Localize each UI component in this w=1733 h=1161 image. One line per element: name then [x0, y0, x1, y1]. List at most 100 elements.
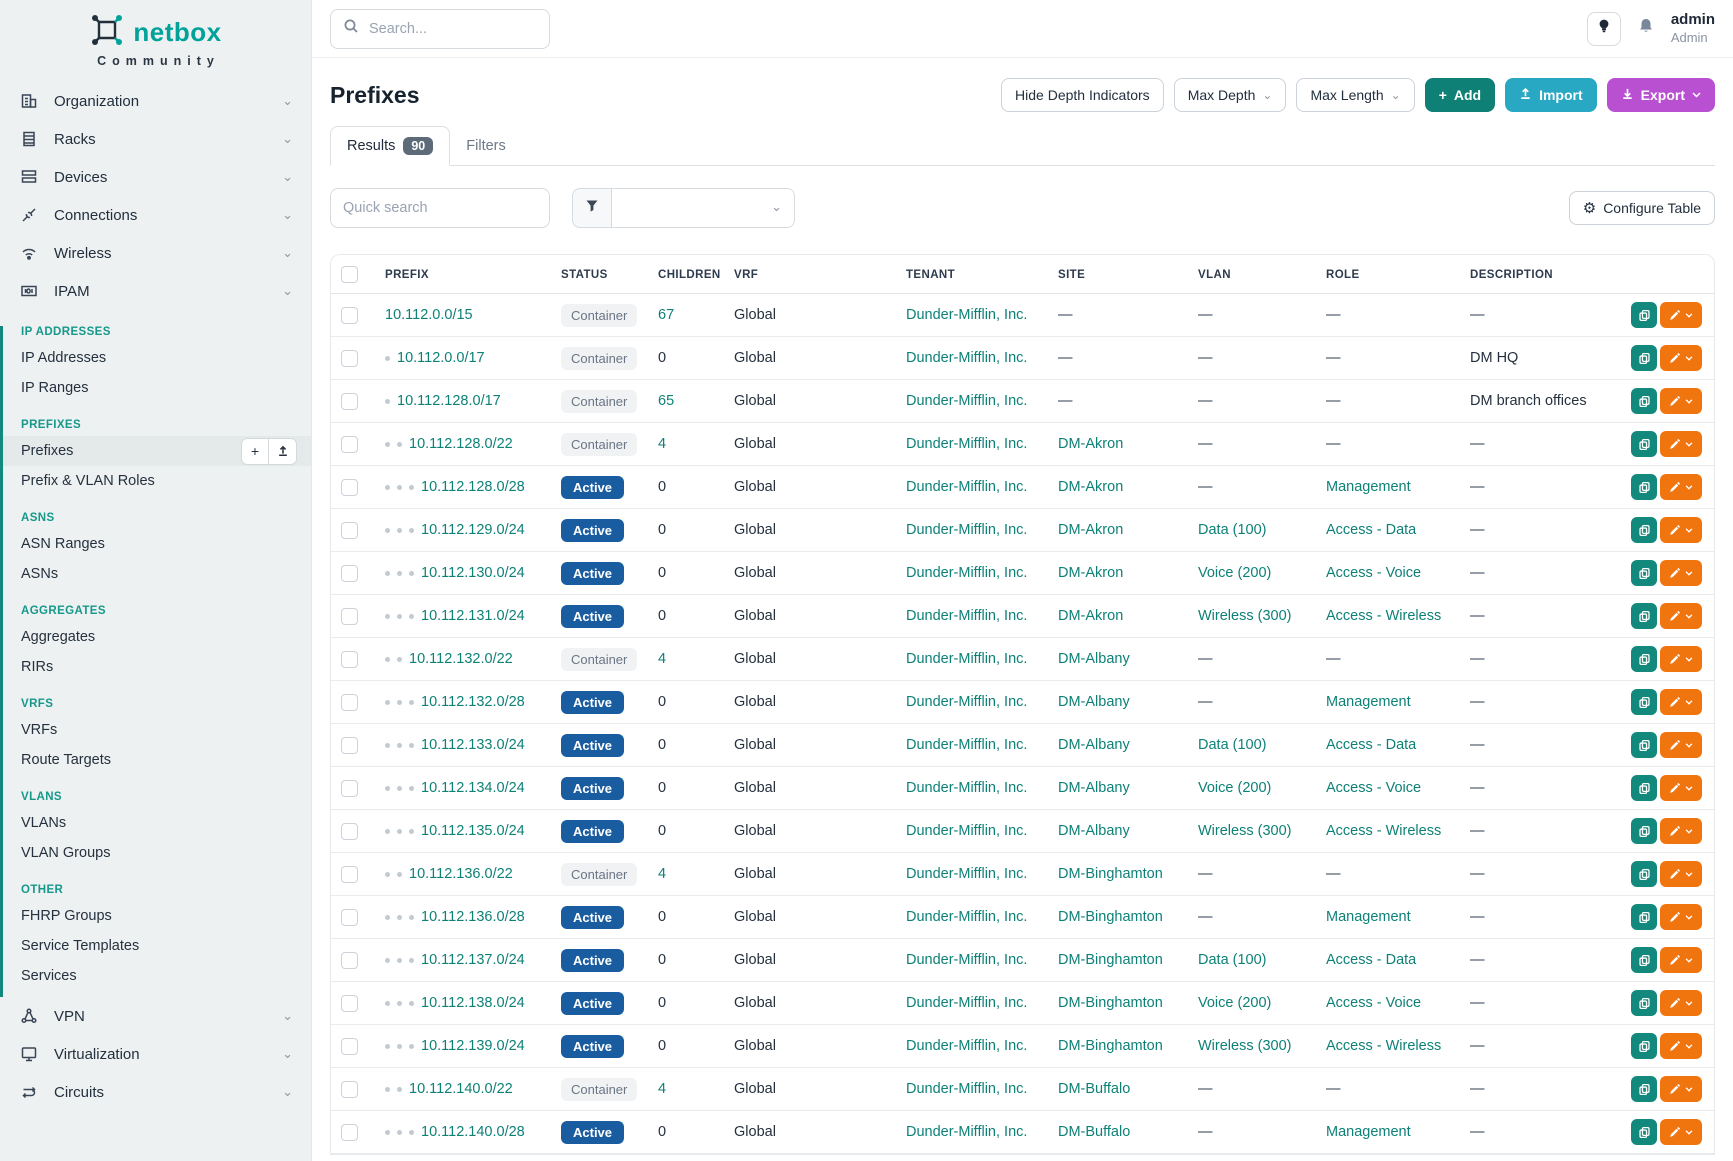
site-link[interactable]: DM-Akron [1058, 608, 1123, 624]
tenant-link[interactable]: Dunder-Mifflin, Inc. [906, 1038, 1027, 1054]
site-link[interactable]: DM-Albany [1058, 694, 1130, 710]
edit-button[interactable] [1660, 388, 1702, 414]
edit-button[interactable] [1660, 947, 1702, 973]
row-checkbox[interactable] [341, 565, 358, 582]
row-checkbox[interactable] [341, 350, 358, 367]
vlan-link[interactable]: Voice (200) [1198, 780, 1271, 796]
copy-button[interactable] [1631, 1076, 1657, 1102]
copy-button[interactable] [1631, 345, 1657, 371]
tenant-link[interactable]: Dunder-Mifflin, Inc. [906, 694, 1027, 710]
column-header-role[interactable]: ROLE [1316, 255, 1460, 294]
copy-button[interactable] [1631, 990, 1657, 1016]
row-checkbox[interactable] [341, 823, 358, 840]
copy-button[interactable] [1631, 517, 1657, 543]
children-count-link[interactable]: 4 [658, 436, 666, 452]
user-menu[interactable]: admin Admin [1671, 11, 1715, 46]
children-count-link[interactable]: 65 [658, 393, 674, 409]
row-checkbox[interactable] [341, 608, 358, 625]
row-checkbox[interactable] [341, 393, 358, 410]
vlan-link[interactable]: Wireless (300) [1198, 608, 1291, 624]
edit-button[interactable] [1660, 517, 1702, 543]
site-link[interactable]: DM-Binghamton [1058, 1038, 1163, 1054]
row-checkbox[interactable] [341, 307, 358, 324]
prefix-link[interactable]: 10.112.128.0/17 [397, 393, 501, 409]
sidebar-item-service-templates[interactable]: Service Templates [3, 931, 311, 961]
add-prefix-button[interactable]: + [241, 438, 269, 465]
tab-results[interactable]: Results 90 [330, 126, 450, 166]
row-checkbox[interactable] [341, 694, 358, 711]
tenant-link[interactable]: Dunder-Mifflin, Inc. [906, 909, 1027, 925]
edit-button[interactable] [1660, 1119, 1702, 1145]
edit-button[interactable] [1660, 689, 1702, 715]
sidebar-item-connections[interactable]: Connections⌄ [0, 196, 311, 234]
role-link[interactable]: Access - Data [1326, 522, 1416, 538]
site-link[interactable]: DM-Akron [1058, 436, 1123, 452]
column-header-prefix[interactable]: PREFIX [375, 255, 551, 294]
prefix-link[interactable]: 10.112.129.0/24 [421, 522, 525, 538]
select-all-checkbox[interactable] [341, 266, 358, 283]
tenant-link[interactable]: Dunder-Mifflin, Inc. [906, 823, 1027, 839]
tenant-link[interactable]: Dunder-Mifflin, Inc. [906, 479, 1027, 495]
row-checkbox[interactable] [341, 909, 358, 926]
vlan-link[interactable]: Data (100) [1198, 952, 1267, 968]
prefix-link[interactable]: 10.112.130.0/24 [421, 565, 525, 581]
site-link[interactable]: DM-Albany [1058, 737, 1130, 753]
edit-button[interactable] [1660, 431, 1702, 457]
prefix-link[interactable]: 10.112.0.0/15 [385, 307, 473, 323]
site-link[interactable]: DM-Akron [1058, 479, 1123, 495]
sidebar-item-devices[interactable]: Devices⌄ [0, 158, 311, 196]
sidebar-item-services[interactable]: Services [3, 961, 311, 991]
edit-button[interactable] [1660, 818, 1702, 844]
vlan-link[interactable]: Wireless (300) [1198, 1038, 1291, 1054]
prefix-link[interactable]: 10.112.138.0/24 [421, 995, 525, 1011]
row-checkbox[interactable] [341, 866, 358, 883]
site-link[interactable]: DM-Buffalo [1058, 1081, 1130, 1097]
role-link[interactable]: Management [1326, 479, 1411, 495]
vlan-link[interactable]: Voice (200) [1198, 565, 1271, 581]
edit-button[interactable] [1660, 732, 1702, 758]
sidebar-item-vlans[interactable]: VLANs [3, 808, 311, 838]
children-count-link[interactable]: 4 [658, 866, 666, 882]
site-link[interactable]: DM-Binghamton [1058, 866, 1163, 882]
row-checkbox[interactable] [341, 479, 358, 496]
copy-button[interactable] [1631, 732, 1657, 758]
row-checkbox[interactable] [341, 651, 358, 668]
copy-button[interactable] [1631, 775, 1657, 801]
prefix-link[interactable]: 10.112.140.0/22 [409, 1081, 513, 1097]
edit-button[interactable] [1660, 1076, 1702, 1102]
tenant-link[interactable]: Dunder-Mifflin, Inc. [906, 995, 1027, 1011]
tenant-link[interactable]: Dunder-Mifflin, Inc. [906, 1124, 1027, 1140]
prefix-link[interactable]: 10.112.131.0/24 [421, 608, 525, 624]
theme-toggle-button[interactable] [1587, 12, 1621, 46]
row-checkbox[interactable] [341, 780, 358, 797]
site-link[interactable]: DM-Binghamton [1058, 952, 1163, 968]
edit-button[interactable] [1660, 904, 1702, 930]
configure-table-button[interactable]: ⚙ Configure Table [1569, 191, 1715, 225]
edit-button[interactable] [1660, 560, 1702, 586]
prefix-link[interactable]: 10.112.135.0/24 [421, 823, 525, 839]
site-link[interactable]: DM-Albany [1058, 823, 1130, 839]
sidebar-item-route-targets[interactable]: Route Targets [3, 745, 311, 775]
column-header-status[interactable]: STATUS [551, 255, 648, 294]
tenant-link[interactable]: Dunder-Mifflin, Inc. [906, 307, 1027, 323]
copy-button[interactable] [1631, 1119, 1657, 1145]
row-checkbox[interactable] [341, 1081, 358, 1098]
role-link[interactable]: Access - Data [1326, 952, 1416, 968]
tenant-link[interactable]: Dunder-Mifflin, Inc. [906, 350, 1027, 366]
sidebar-item-circuits[interactable]: Circuits⌄ [0, 1073, 311, 1111]
edit-button[interactable] [1660, 603, 1702, 629]
edit-button[interactable] [1660, 1033, 1702, 1059]
copy-button[interactable] [1631, 388, 1657, 414]
row-checkbox[interactable] [341, 952, 358, 969]
row-checkbox[interactable] [341, 522, 358, 539]
site-link[interactable]: DM-Albany [1058, 780, 1130, 796]
sidebar-item-ipam[interactable]: IPAM⌄ [0, 272, 311, 310]
prefix-link[interactable]: 10.112.132.0/22 [409, 651, 513, 667]
edit-button[interactable] [1660, 302, 1702, 328]
role-link[interactable]: Management [1326, 909, 1411, 925]
tenant-link[interactable]: Dunder-Mifflin, Inc. [906, 522, 1027, 538]
role-link[interactable]: Management [1326, 1124, 1411, 1140]
tenant-link[interactable]: Dunder-Mifflin, Inc. [906, 436, 1027, 452]
copy-button[interactable] [1631, 904, 1657, 930]
column-header-site[interactable]: SITE [1048, 255, 1188, 294]
